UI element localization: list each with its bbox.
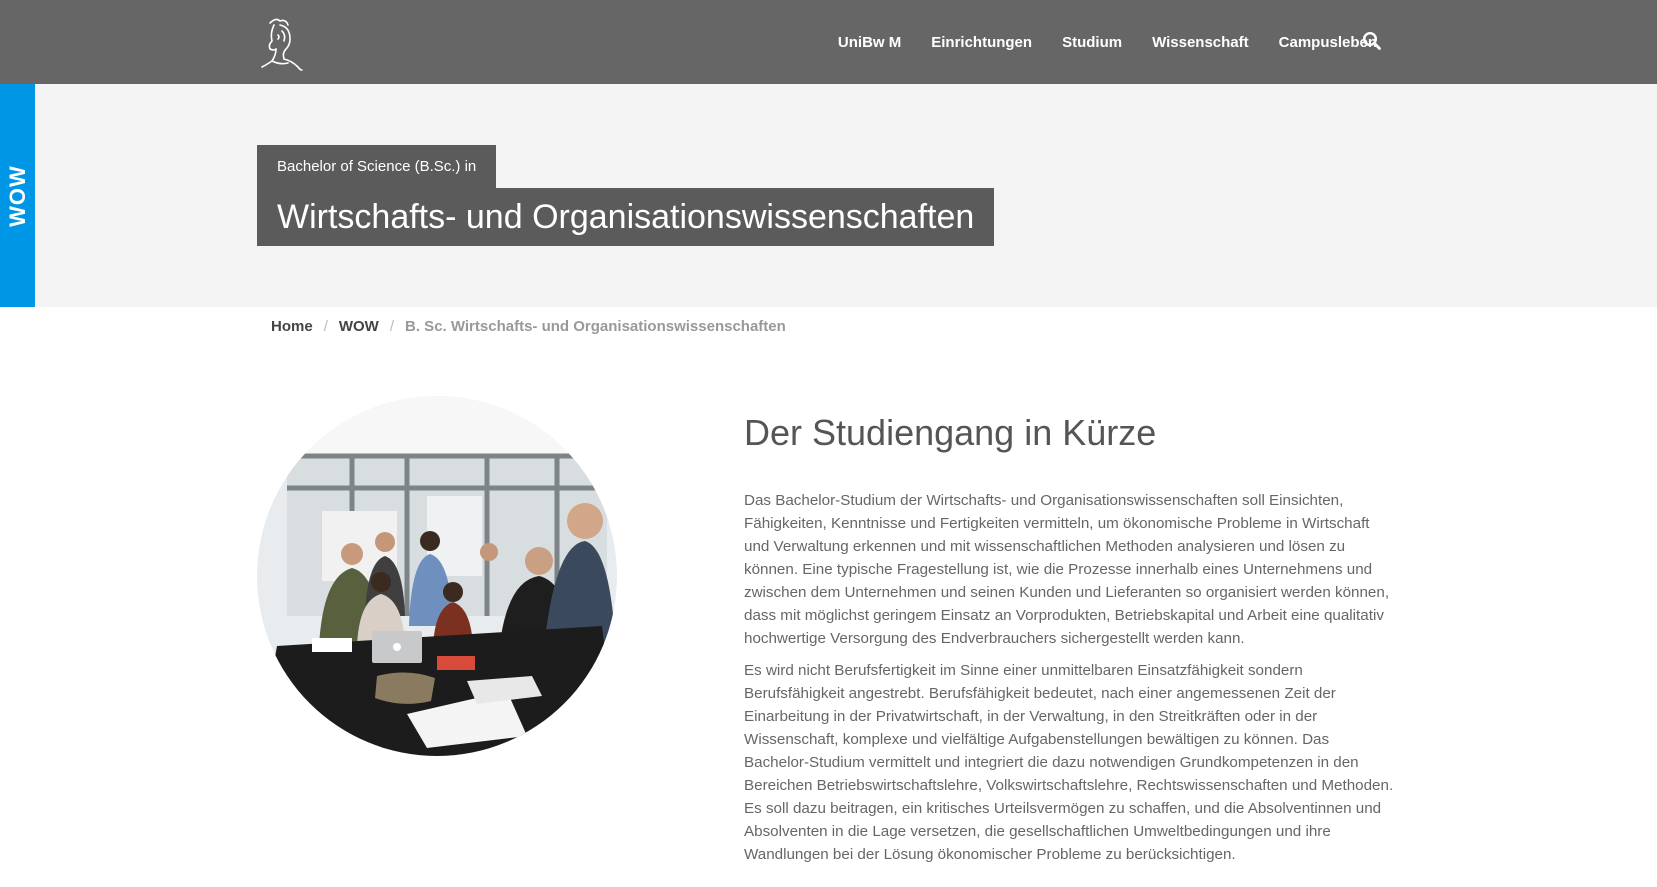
degree-label: Bachelor of Science (B.Sc.) in xyxy=(257,145,497,188)
breadcrumb-separator: / xyxy=(323,318,328,335)
breadcrumb-separator: / xyxy=(389,318,395,335)
athena-head-logo-icon[interactable] xyxy=(256,15,306,71)
breadcrumb-wow[interactable]: WOW xyxy=(339,318,379,335)
intro-paragraph: Das Bachelor-Studium der Wirtschafts- un… xyxy=(744,492,1390,647)
main-nav: UniBw M Einrichtungen Studium Wissenscha… xyxy=(808,0,1377,84)
search-icon[interactable] xyxy=(1362,31,1382,51)
description-paragraph: Es wird nicht Berufsfertigkeit im Sinne … xyxy=(744,662,1394,863)
wow-side-tab-label: WOW xyxy=(4,164,30,227)
students-photo xyxy=(257,396,617,756)
breadcrumb-current: B. Sc. Wirtschafts- und Organisationswis… xyxy=(405,318,786,335)
section-heading: Der Studiengang in Kürze xyxy=(744,412,1157,453)
page-title: Wirtschafts- und Organisationswissenscha… xyxy=(257,188,995,246)
nav-item-unibw-m[interactable]: UniBw M xyxy=(838,34,901,51)
breadcrumb: Home / WOW / B. Sc. Wirtschafts- und Organis… xyxy=(271,318,786,335)
wow-side-tab[interactable]: WOW xyxy=(0,84,35,307)
nav-item-einrichtungen[interactable]: Einrichtungen xyxy=(931,34,1032,51)
nav-item-wissenschaft[interactable]: Wissenschaft xyxy=(1152,34,1249,51)
nav-item-studium[interactable]: Studium xyxy=(1062,34,1122,51)
breadcrumb-home[interactable]: Home xyxy=(271,318,313,335)
top-navigation-bar: UniBw M Einrichtungen Studium Wissenscha… xyxy=(0,0,1657,84)
